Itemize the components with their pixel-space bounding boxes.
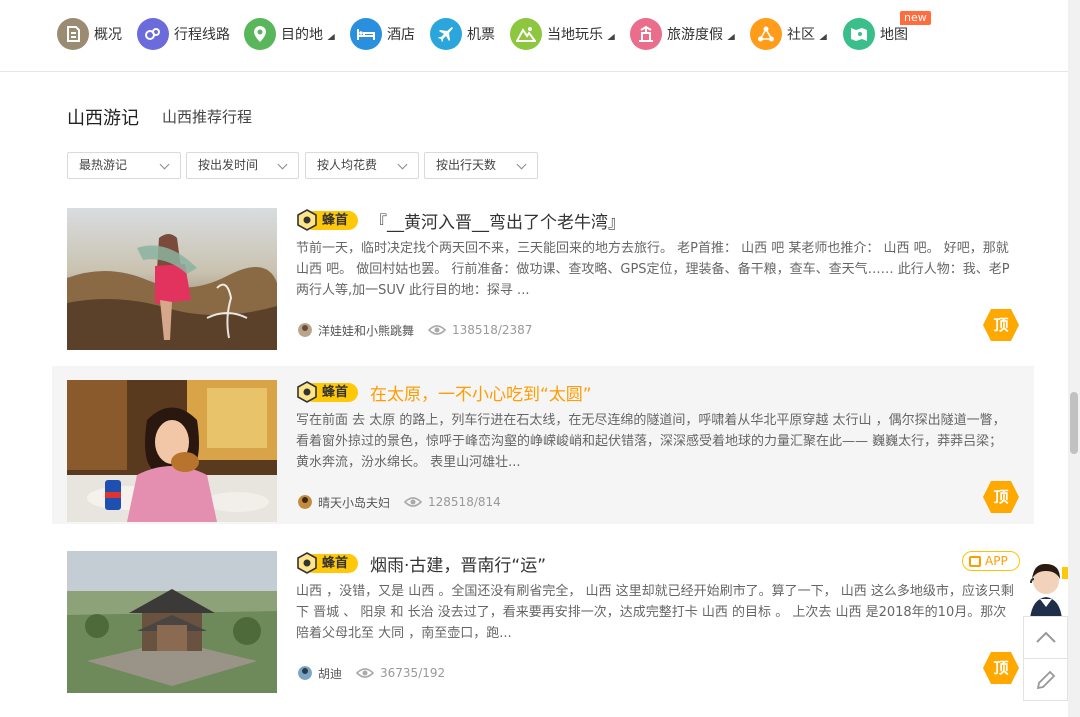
app-tag: APP (962, 551, 1020, 571)
nav-item-vacation[interactable]: 旅游度假 ◢ (630, 18, 735, 50)
nav-item-hotel[interactable]: 酒店 (350, 18, 415, 50)
caret-down-icon: ◢ (819, 31, 827, 41)
nav-item-destination[interactable]: 目的地 ◢ (244, 18, 335, 50)
bed-icon (350, 18, 382, 50)
nav-label: 机票 (467, 27, 495, 43)
nav-label: 当地玩乐 (547, 27, 603, 43)
nav-label: 社区 (787, 27, 815, 43)
new-badge: new (900, 11, 931, 25)
nav-item-route[interactable]: 行程线路 (137, 18, 230, 50)
article-excerpt: 写在前面 去 太原 的路上，列车行进在石太线，在无尽连绵的隧道间，呼啸着从华北平… (296, 413, 1006, 470)
page-title: 山西游记 (67, 108, 139, 129)
customer-service-avatar[interactable] (1022, 561, 1068, 619)
avatar[interactable] (298, 323, 312, 337)
chevron-up-icon (1036, 631, 1056, 643)
view-reply-count: 138518/2387 (452, 323, 533, 337)
write-note-button[interactable] (1023, 658, 1068, 701)
filter-departure-time[interactable]: 按出发时间 (186, 152, 299, 179)
back-to-top-button[interactable] (1023, 616, 1068, 659)
eye-icon (404, 497, 423, 507)
map-icon (843, 18, 875, 50)
eye-icon (356, 668, 375, 678)
nav-label: 地图 (880, 27, 908, 43)
featured-badge: 蜂首 (296, 552, 358, 574)
article-title[interactable]: 『__黄河入晋__弯出了个老牛湾』 (370, 208, 625, 233)
top-nav: 概况 行程线路 目的地 ◢ 酒店 机票 当地玩乐 ◢ 旅游度假 ◢ 社区 ◢ 地… (0, 0, 1068, 72)
scrollbar-thumb[interactable] (1070, 392, 1078, 454)
filter-label: 按人均花费 (317, 158, 378, 172)
author-name[interactable]: 胡迪 (318, 665, 342, 682)
author-name[interactable]: 洋娃娃和小熊跳舞 (318, 322, 414, 339)
eye-icon (428, 325, 447, 335)
article-title[interactable]: 在太原，一不小心吃到“太圆” (370, 380, 592, 405)
upvote-button[interactable]: 顶 (982, 480, 1020, 514)
nav-item-local-fun[interactable]: 当地玩乐 ◢ (510, 18, 615, 50)
chevron-down-icon (516, 159, 527, 170)
article-thumbnail[interactable] (67, 380, 277, 522)
filter-days[interactable]: 按出行天数 (424, 152, 538, 179)
nav-label: 酒店 (387, 27, 415, 43)
upvote-label: 顶 (993, 488, 1009, 506)
avatar[interactable] (298, 666, 312, 680)
nav-item-map[interactable]: 地图 (843, 18, 908, 50)
upvote-button[interactable]: 顶 (982, 308, 1020, 342)
article-excerpt: 节前一天，临时决定找个两天回不来，三天能回来的地方去旅行。 老P首推： 山西 吧… (296, 241, 1010, 298)
airplane-icon (430, 18, 462, 50)
nav-item-flight[interactable]: 机票 (430, 18, 495, 50)
overview-icon (57, 18, 89, 50)
article-meta: 胡迪 36735/192 (298, 664, 445, 682)
avatar[interactable] (298, 495, 312, 509)
location-pin-icon (244, 18, 276, 50)
article-item[interactable]: 蜂首 在太原，一不小心吃到“太圆” 写在前面 去 太原 的路上，列车行进在石太线… (52, 366, 1034, 524)
article-excerpt: 山西 ，没错，又是 山西 。全国还没有刷省完全， 山西 这里却就已经开始刷市了。… (296, 584, 1014, 641)
author-name[interactable]: 晴天小岛夫妇 (318, 494, 390, 511)
filter-label: 最热游记 (79, 158, 128, 172)
filter-label: 按出行天数 (436, 158, 497, 172)
route-icon (137, 18, 169, 50)
filter-label: 按出发时间 (198, 158, 259, 172)
article-title[interactable]: 烟雨·古建，晋南行“运” (370, 551, 546, 576)
article-item[interactable]: 蜂首 烟雨·古建，晋南行“运” APP 山西 ，没错，又是 山西 。全国还没有刷… (52, 537, 1034, 695)
caret-down-icon: ◢ (607, 31, 615, 41)
upvote-label: 顶 (993, 316, 1009, 334)
nav-label: 概况 (94, 27, 122, 43)
upvote-button[interactable]: 顶 (982, 651, 1020, 685)
caret-down-icon: ◢ (727, 31, 735, 41)
view-reply-count: 36735/192 (380, 666, 446, 680)
filter-cost[interactable]: 按人均花费 (305, 152, 419, 179)
chevron-down-icon (159, 159, 170, 170)
article-meta: 洋娃娃和小熊跳舞 138518/2387 (298, 321, 532, 339)
view-reply-count: 128518/814 (428, 495, 501, 509)
chevron-down-icon (397, 159, 408, 170)
mountain-icon (510, 18, 542, 50)
nav-item-overview[interactable]: 概况 (57, 18, 122, 50)
article-meta: 晴天小岛夫妇 128518/814 (298, 493, 501, 511)
nav-label: 目的地 (281, 27, 323, 43)
featured-badge: 蜂首 (296, 381, 358, 403)
article-thumbnail[interactable] (67, 551, 277, 693)
nav-item-community[interactable]: 社区 ◢ (750, 18, 827, 50)
nav-label: 旅游度假 (667, 27, 723, 43)
article-thumbnail[interactable] (67, 208, 277, 350)
vacation-icon (630, 18, 662, 50)
app-icon (969, 555, 981, 567)
nav-label: 行程线路 (174, 27, 230, 43)
featured-badge: 蜂首 (296, 209, 358, 231)
scrollbar[interactable] (1068, 0, 1080, 717)
pencil-icon (1036, 670, 1056, 690)
community-icon (750, 18, 782, 50)
article-item[interactable]: 蜂首 『__黄河入晋__弯出了个老牛湾』 节前一天，临时决定找个两天回不来，三天… (52, 194, 1034, 352)
chevron-down-icon (277, 159, 288, 170)
upvote-label: 顶 (993, 659, 1009, 677)
recommended-route-link[interactable]: 山西推荐行程 (162, 106, 252, 127)
caret-down-icon: ◢ (327, 31, 335, 41)
filter-hottest[interactable]: 最热游记 (67, 152, 181, 179)
